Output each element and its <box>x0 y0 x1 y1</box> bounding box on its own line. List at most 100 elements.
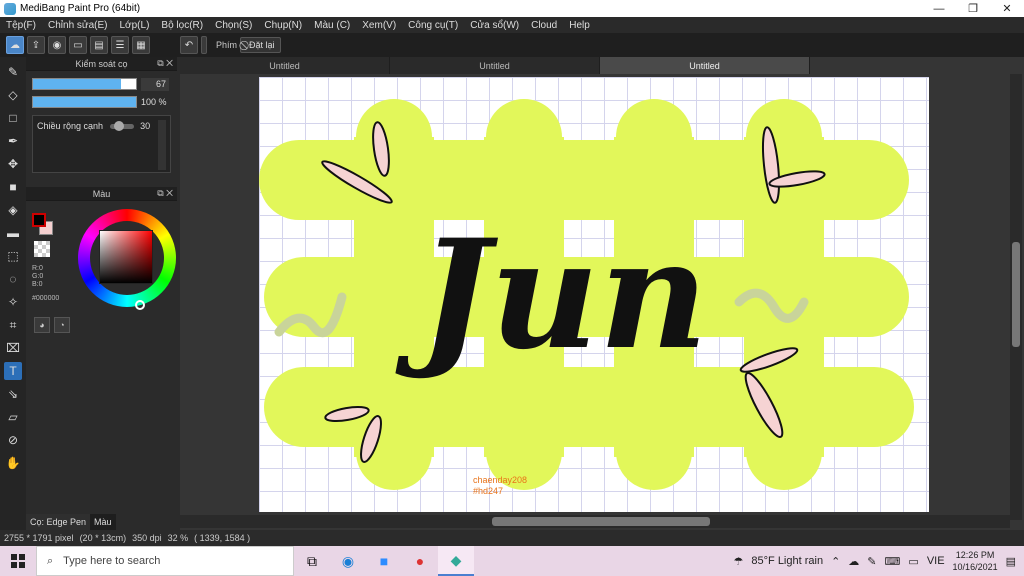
zoom-app-icon[interactable]: ■ <box>366 546 402 576</box>
menu-select[interactable]: Chọn(S) <box>209 20 258 31</box>
rgb-readout: R:0 G:0 B:0 <box>32 265 44 288</box>
palette-add-icon[interactable]: ◔ <box>54 317 70 333</box>
doc-tab-1[interactable]: Untitled <box>180 57 390 74</box>
language-indicator[interactable]: VIE <box>927 555 945 567</box>
divide-tool-icon[interactable]: ▱ <box>4 408 22 426</box>
task-view-icon[interactable]: ⧉ <box>294 546 330 576</box>
eraser-tool-icon[interactable]: ◇ <box>4 86 22 104</box>
menu-tools[interactable]: Công cụ(T) <box>402 20 464 31</box>
edge-width-slider[interactable] <box>109 121 134 132</box>
watermark-line1: chaenday208 <box>473 475 527 485</box>
lasso-icon[interactable]: ◌ <box>4 270 22 288</box>
transparent-swatch[interactable] <box>34 241 50 257</box>
search-icon: ⌕ <box>47 554 54 567</box>
toggle-icon[interactable] <box>201 36 207 54</box>
minimize-button[interactable]: — <box>922 0 956 17</box>
horizontal-scroll-thumb[interactable] <box>492 517 710 526</box>
clock[interactable]: 12:26 PM 10/16/2021 <box>953 549 998 573</box>
notification-icon[interactable]: ▤ <box>1006 555 1016 568</box>
list-icon[interactable]: ☰ <box>111 36 129 54</box>
hand-tool-icon[interactable]: ✋ <box>4 454 22 472</box>
cloud-icon[interactable]: ☁ <box>6 36 24 54</box>
undo-icon[interactable]: ↶ <box>180 36 198 54</box>
doc-tab-2[interactable]: Untitled <box>390 57 600 74</box>
menu-bar: Tệp(F) Chỉnh sửa(E) Lớp(L) Bộ lọc(R) Chọ… <box>0 17 1024 33</box>
comment-icon[interactable]: ◉ <box>48 36 66 54</box>
tab-brush[interactable]: Cọ: Edge Pen <box>26 514 91 530</box>
fill-rect-icon[interactable]: ■ <box>4 178 22 196</box>
brush-opacity-slider[interactable] <box>32 96 137 108</box>
saturation-value-square[interactable] <box>99 230 153 284</box>
menu-edit[interactable]: Chỉnh sửa(E) <box>42 20 114 31</box>
hex-readout: #000000 <box>32 295 60 302</box>
menu-layer[interactable]: Lớp(L) <box>114 20 156 31</box>
menu-capture[interactable]: Chụp(N) <box>258 20 308 31</box>
close-button[interactable]: ✕ <box>990 0 1024 17</box>
menu-file[interactable]: Tệp(F) <box>0 20 42 31</box>
color-panel-close-icon[interactable]: ⧉ ✕ <box>157 188 173 199</box>
text-tool-icon[interactable]: T <box>4 362 22 380</box>
dot-tool-icon[interactable]: □ <box>4 109 22 127</box>
select-pen-icon[interactable]: ⌗ <box>4 316 22 334</box>
medibang-taskbar-icon[interactable]: ◆ <box>438 546 474 576</box>
doc-tab-3[interactable]: Untitled <box>600 57 810 74</box>
chrome-icon[interactable]: ● <box>402 546 438 576</box>
status-size: 2755 * 1791 pixel <box>4 533 74 543</box>
horizontal-scrollbar[interactable] <box>180 515 1010 528</box>
taskbar-search[interactable]: ⌕ Type here to search <box>36 546 294 576</box>
vertical-scroll-thumb[interactable] <box>1012 242 1020 347</box>
operation-tool-icon[interactable]: ⇘ <box>4 385 22 403</box>
windows-start-icon[interactable] <box>0 546 36 576</box>
pen-tray-icon[interactable]: ✎ <box>867 555 876 568</box>
share-icon[interactable]: ⇪ <box>27 36 45 54</box>
magic-wand-icon[interactable]: ✧ <box>4 293 22 311</box>
hue-knob[interactable] <box>135 300 145 310</box>
key-label: Phím <box>216 40 238 50</box>
bucket-tool-icon[interactable]: ◈ <box>4 201 22 219</box>
brush-panel-title: Kiểm soát cọ <box>75 58 128 69</box>
cloud-tray-icon[interactable]: ☁ <box>848 555 859 568</box>
menu-help[interactable]: Help <box>563 20 596 31</box>
eyedropper-icon[interactable]: ⊘ <box>4 431 22 449</box>
select-eraser-icon[interactable]: ⌧ <box>4 339 22 357</box>
artwork: Jun chaenday208 #hd247 <box>259 99 914 496</box>
document-icon[interactable]: ▤ <box>90 36 108 54</box>
menu-window[interactable]: Cửa sổ(W) <box>464 20 525 31</box>
tool-column: ✎ ◇ □ ✒ ✥ ■ ◈ ▬ ⬚ ◌ ✧ ⌗ ⌧ T ⇘ ▱ ⊘ ✋ <box>0 57 26 530</box>
panel-tabs: Cọ: Edge Pen Màu <box>26 514 177 530</box>
edge-width-value: 30 <box>140 121 151 131</box>
menu-view[interactable]: Xem(V) <box>356 20 402 31</box>
panel-close-icon[interactable]: ⧉ ✕ <box>157 58 173 69</box>
drawing-canvas[interactable]: Jun chaenday208 #hd247 <box>259 77 929 512</box>
tray-chevron-icon[interactable]: ⌃ <box>831 555 840 568</box>
app-logo-icon <box>4 2 16 15</box>
foreground-color-swatch[interactable] <box>32 213 46 227</box>
gradient-tool-icon[interactable]: ▬ <box>4 224 22 242</box>
select-rect-icon[interactable]: ⬚ <box>4 247 22 265</box>
weather-text[interactable]: 85°F Light rain <box>751 555 823 567</box>
display-icon[interactable]: ▭ <box>908 555 918 568</box>
move-tool-icon[interactable]: ✥ <box>4 155 22 173</box>
weather-icon[interactable]: ☂ <box>734 555 744 568</box>
grid-icon[interactable]: ▦ <box>132 36 150 54</box>
menu-color[interactable]: Màu (C) <box>308 20 356 31</box>
reset-button[interactable]: ⃠ Đặt lại <box>240 37 281 53</box>
brush-control-panel: Kiểm soát cọ ⧉ ✕ 67 100 % Chiều rộng cạn… <box>26 57 177 183</box>
keyboard-icon[interactable]: ⌨ <box>885 555 901 568</box>
pen-tool-icon[interactable]: ✒ <box>4 132 22 150</box>
menu-cloud[interactable]: Cloud <box>525 20 563 31</box>
vertical-scrollbar[interactable] <box>1010 74 1022 520</box>
menu-filter[interactable]: Bộ lọc(R) <box>155 20 209 31</box>
status-coords: ( 1339, 1584 ) <box>194 533 251 543</box>
watermark-line2: #hd247 <box>473 486 503 496</box>
tab-color[interactable]: Màu <box>90 514 116 530</box>
message-icon[interactable]: ▭ <box>69 36 87 54</box>
maximize-button[interactable]: ❐ <box>956 0 990 17</box>
brush-size-value[interactable]: 67 <box>141 77 169 91</box>
palette-icon[interactable]: ◕ <box>34 317 50 333</box>
brush-size-slider[interactable] <box>32 78 137 90</box>
brush-box-scrollbar[interactable] <box>158 120 166 170</box>
edge-width-knob[interactable] <box>113 121 124 132</box>
brush-tool-icon[interactable]: ✎ <box>4 63 22 81</box>
edge-browser-icon[interactable]: ◉ <box>330 546 366 576</box>
